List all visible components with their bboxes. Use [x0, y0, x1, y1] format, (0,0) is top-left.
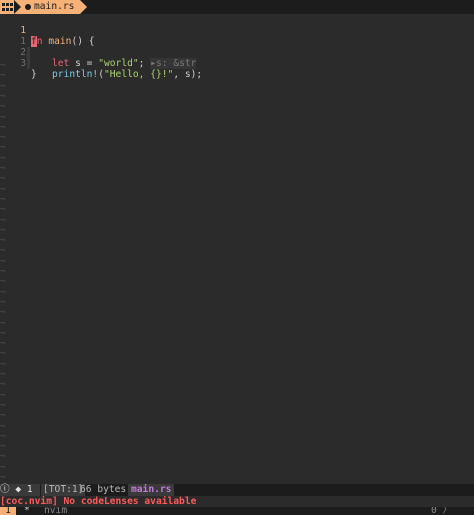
position-info: [TOT:1]	[41, 484, 86, 496]
tilde-marker: ~	[0, 307, 6, 319]
tab-separator-icon	[14, 0, 21, 14]
file-name: main.rs	[128, 484, 175, 496]
string-literal: "world"	[98, 58, 139, 69]
string-literal: "Hello, {}!"	[104, 69, 174, 80]
mode-indicator: ⓘ ◆ 1	[0, 484, 40, 496]
window-name[interactable]: nvim	[44, 507, 67, 515]
tilde-marker: ~	[0, 204, 6, 216]
code-text: , s);	[173, 69, 203, 80]
window-number[interactable]: 1	[0, 507, 16, 515]
file-size: 66 bytes	[80, 484, 127, 495]
macro: println!	[52, 69, 99, 80]
message-line: [coc.nvim] No codeLenses available	[0, 496, 197, 507]
tab-label: main.rs	[34, 1, 75, 12]
tilde-marker: ~	[0, 101, 6, 113]
code-text: }	[31, 69, 37, 80]
inlay-type-hint: ▸s: &str	[150, 58, 197, 69]
sign-column	[27, 58, 30, 69]
editor-buffer[interactable]: 1 fn main() { 1 let s = "world"; ▸s: &st…	[0, 14, 474, 493]
dot-icon	[25, 4, 31, 10]
session-info: 0 〉 care	[431, 507, 454, 515]
code-line[interactable]: 3 }	[0, 47, 474, 80]
tab-end-arrow-icon	[80, 0, 87, 14]
tab-main-rs[interactable]: main.rs	[22, 0, 80, 14]
tmux-status-bar: 1 * nvim 0 〉 care	[0, 507, 474, 515]
keyword: let	[52, 58, 70, 69]
grid-icon[interactable]	[0, 0, 22, 14]
statusline: ⓘ ◆ 1 [TOT:1] 66 bytes main.rs	[0, 484, 474, 496]
code-text: s =	[69, 58, 99, 69]
code-text: ;	[138, 58, 151, 69]
code-line[interactable]: 1 fn main() {	[0, 14, 474, 47]
code-line[interactable]: 2 println!("Hello, {}!", s);	[0, 36, 474, 80]
position-text: TOT:1	[48, 484, 78, 495]
tabline: main.rs	[0, 0, 474, 14]
active-window-marker: *	[24, 507, 30, 515]
code-line[interactable]: 1 let s = "world"; ▸s: &str	[0, 25, 474, 69]
tilde-marker: ~	[0, 410, 6, 422]
